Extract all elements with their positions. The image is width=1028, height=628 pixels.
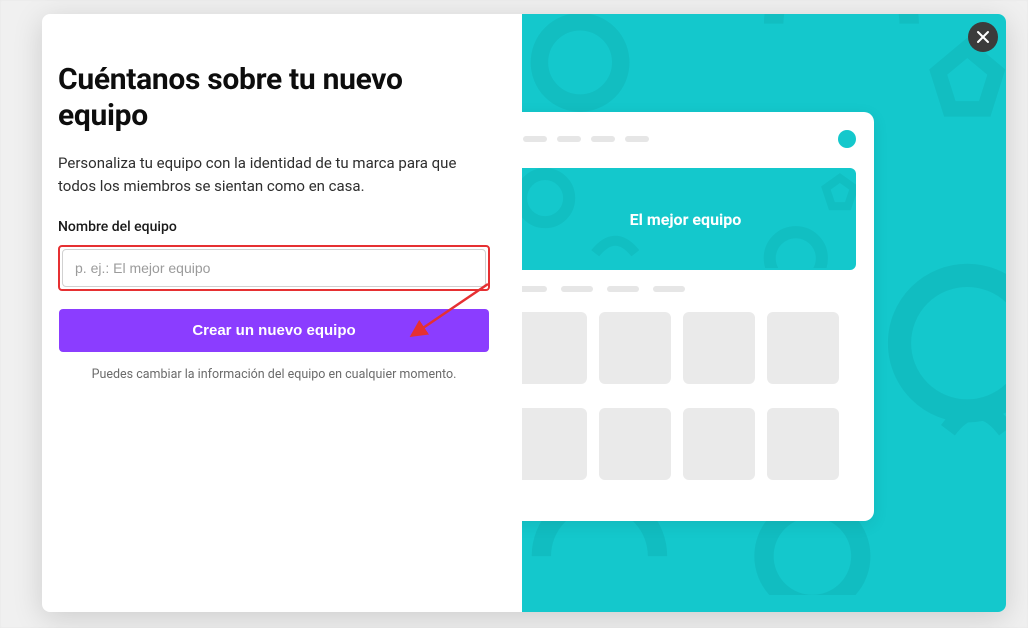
team-name-label: Nombre del equipo	[58, 219, 490, 235]
design-thumbnail	[522, 312, 587, 384]
tab-placeholder	[522, 286, 547, 292]
design-thumbnail	[599, 312, 671, 384]
avatar-dot	[838, 130, 856, 148]
placeholder-pill	[625, 136, 649, 142]
close-button[interactable]	[968, 22, 998, 52]
preview-grid-row	[522, 312, 856, 384]
tab-placeholder	[607, 286, 639, 292]
design-thumbnail	[767, 312, 839, 384]
annotation-highlight-box	[58, 245, 490, 291]
tab-placeholder	[653, 286, 685, 292]
design-thumbnail	[599, 408, 671, 480]
modal-description: Personaliza tu equipo con la identidad d…	[58, 152, 490, 197]
placeholder-pill	[523, 136, 547, 142]
modal-hint: Puedes cambiar la información del equipo…	[58, 366, 490, 385]
team-name-input[interactable]	[62, 249, 486, 287]
team-preview-card: Canva	[522, 112, 874, 521]
modal-title: Cuéntanos sobre tu nuevo equipo	[58, 62, 490, 134]
modal-right-panel: Canva	[522, 14, 1006, 612]
banner-team-name: El mejor equipo	[630, 210, 742, 229]
placeholder-pill	[557, 136, 581, 142]
team-banner: El mejor equipo	[522, 168, 856, 270]
preview-grid-row	[522, 408, 856, 480]
preview-body: El mejor equipo	[522, 168, 856, 504]
preview-tabs	[522, 286, 856, 292]
design-thumbnail	[522, 408, 587, 480]
design-thumbnail	[683, 408, 755, 480]
preview-header: Canva	[522, 128, 856, 150]
modal-left-panel: Cuéntanos sobre tu nuevo equipo Personal…	[42, 14, 522, 612]
preview-main: El mejor equipo	[522, 168, 856, 504]
tab-placeholder	[561, 286, 593, 292]
close-icon	[976, 30, 990, 44]
create-team-button[interactable]: Crear un nuevo equipo	[59, 309, 489, 352]
design-thumbnail	[683, 312, 755, 384]
design-thumbnail	[767, 408, 839, 480]
placeholder-pill	[591, 136, 615, 142]
create-team-modal: Cuéntanos sobre tu nuevo equipo Personal…	[42, 14, 1006, 612]
